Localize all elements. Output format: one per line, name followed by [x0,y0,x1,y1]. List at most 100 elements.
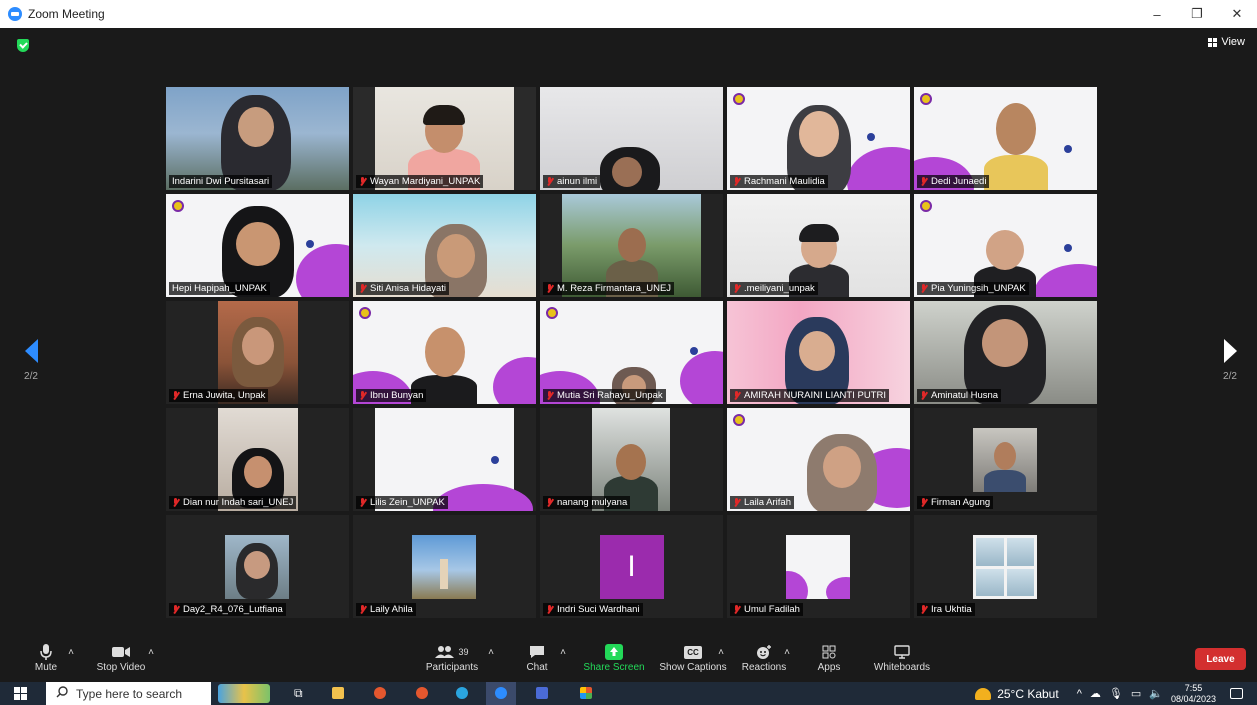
participant-name: Ibnu Bunyan [356,389,427,402]
audio-options-button[interactable]: ˄ [64,642,78,662]
chevron-up-icon: ˄ [148,646,154,658]
share-screen-button[interactable]: Share Screen [582,642,646,673]
muted-mic-icon [359,391,367,400]
share-screen-icon [582,642,646,662]
chevron-up-icon: ˄ [718,646,724,658]
muted-mic-icon [359,498,367,507]
task-view-icon[interactable]: ⧉ [294,686,303,701]
reactions-options-button[interactable]: ˄ [780,642,794,662]
participant-name: Indarini Dwi Pursitasari [169,175,273,188]
leave-button[interactable]: Leave [1195,648,1246,670]
page-indicator-right: 2/2 [1223,371,1237,382]
participant-name: M. Reza Firmantara_UNEJ [543,282,675,295]
search-icon [56,686,68,701]
video-tile[interactable]: AMIRAH NURAINI LIANTI PUTRI [727,301,910,404]
participant-name: Mutia Sri Rahayu_Unpak [543,389,666,402]
video-tile[interactable]: Ibnu Bunyan [353,301,536,404]
battery-icon: ▭ [1130,688,1142,700]
muted-mic-icon [359,177,367,186]
participants-options-button[interactable]: ˄ [484,642,498,662]
video-tile[interactable]: Firman Agung [914,408,1097,511]
video-tile[interactable]: Indarini Dwi Pursitasari [166,87,349,190]
chrome-icon[interactable] [374,687,386,699]
video-tile[interactable]: ainun ilmi [540,87,723,190]
taskbar-search-input[interactable]: Type here to search [46,682,211,705]
windows-start-icon[interactable] [14,687,27,700]
video-tile[interactable]: Wayan Mardiyani_UNPAK [353,87,536,190]
captions-options-button[interactable]: ˄ [714,642,728,662]
video-tile[interactable]: Pia Yuningsih_UNPAK [914,194,1097,297]
muted-mic-icon [172,498,180,507]
microphone-icon: 🎙 [1108,688,1123,700]
chat-options-button[interactable]: ˄ [556,642,570,662]
video-tile[interactable]: Day2_R4_076_Lutfiana [166,515,349,618]
edge-icon[interactable] [456,687,468,699]
muted-mic-icon [546,391,554,400]
participants-button[interactable]: 39 Participants [420,642,484,673]
muted-mic-icon [733,177,741,186]
video-tile[interactable]: Rachmani Maulidia [727,87,910,190]
close-button[interactable]: ✕ [1217,0,1257,28]
notification-icon[interactable] [1230,688,1243,699]
next-page-button[interactable]: 2/2 [1218,339,1242,382]
video-tile[interactable]: Laily Ahila [353,515,536,618]
video-tile[interactable]: Hepi Hapipah_UNPAK [166,194,349,297]
apps-button[interactable]: Apps [814,642,844,673]
search-placeholder: Type here to search [76,686,183,701]
video-tile[interactable]: Mutia Sri Rahayu_Unpak [540,301,723,404]
view-button[interactable]: View [1208,36,1245,48]
grid-app-icon[interactable] [580,687,592,699]
avatar: I [599,534,664,599]
chat-label: Chat [526,662,548,673]
whiteboards-button[interactable]: Whiteboards [870,642,934,673]
video-tile[interactable]: Dedi Junaedi [914,87,1097,190]
previous-page-button[interactable]: 2/2 [19,339,43,382]
chrome-alt-icon[interactable] [416,687,428,699]
chevron-up-icon: ˄ [784,646,790,658]
video-tile[interactable]: nanang mulyana [540,408,723,511]
grid-icon [1208,37,1218,47]
video-tile[interactable]: Aminatul Husna [914,301,1097,404]
shield-icon[interactable] [17,39,29,52]
file-explorer-icon[interactable] [332,687,344,699]
mute-button[interactable]: Mute [30,642,62,673]
zoom-taskbar-button[interactable] [486,682,516,705]
clock[interactable]: 7:55 08/04/2023 [1171,683,1216,705]
video-tile[interactable]: M. Reza Firmantara_UNEJ [540,194,723,297]
pen-app-icon[interactable] [536,687,548,699]
reactions-label: Reactions [741,662,787,673]
video-tile[interactable]: Laila Arifah [727,408,910,511]
muted-mic-icon [733,605,741,614]
stop-video-button[interactable]: Stop Video [92,642,150,673]
video-tile[interactable]: Siti Anisa Hidayati [353,194,536,297]
chat-button[interactable]: Chat [522,642,552,673]
participant-name: Dedi Junaedi [917,175,990,188]
speaker-icon[interactable]: 🔈 [1149,687,1163,700]
participants-label: Participants [425,662,479,673]
participant-name: Hepi Hapipah_UNPAK [169,282,270,295]
video-tile[interactable]: Umul Fadilah [727,515,910,618]
video-tile[interactable]: Dian nur Indah sari_UNEJ [166,408,349,511]
video-tile[interactable]: Erna Juwita, Unpak [166,301,349,404]
video-tile[interactable]: Ira Ukhtia [914,515,1097,618]
video-tile[interactable]: I Indri Suci Wardhani [540,515,723,618]
zoom-icon [495,687,507,699]
participant-name: Wayan Mardiyani_UNPAK [356,175,484,188]
video-tile[interactable]: .meiliyani_unpak [727,194,910,297]
muted-mic-icon [546,498,554,507]
window-titlebar: Zoom Meeting – ❐ ✕ [0,0,1257,28]
window-title: Zoom Meeting [28,7,105,21]
minimize-button[interactable]: – [1137,0,1177,28]
participant-name: nanang mulyana [543,496,631,509]
arrow-right-icon [1223,339,1237,363]
show-hidden-icons-icon[interactable]: ^ [1077,688,1082,700]
page-indicator-left: 2/2 [24,371,38,382]
weather-text[interactable]: 25°C Kabut [997,687,1059,701]
participant-name: Pia Yuningsih_UNPAK [917,282,1029,295]
video-tile[interactable]: Lilis Zein_UNPAK [353,408,536,511]
weather-icon [975,687,992,700]
participant-name: Erna Juwita, Unpak [169,389,269,402]
muted-mic-icon [546,605,554,614]
video-options-button[interactable]: ˄ [144,642,158,662]
restore-button[interactable]: ❐ [1177,0,1217,28]
